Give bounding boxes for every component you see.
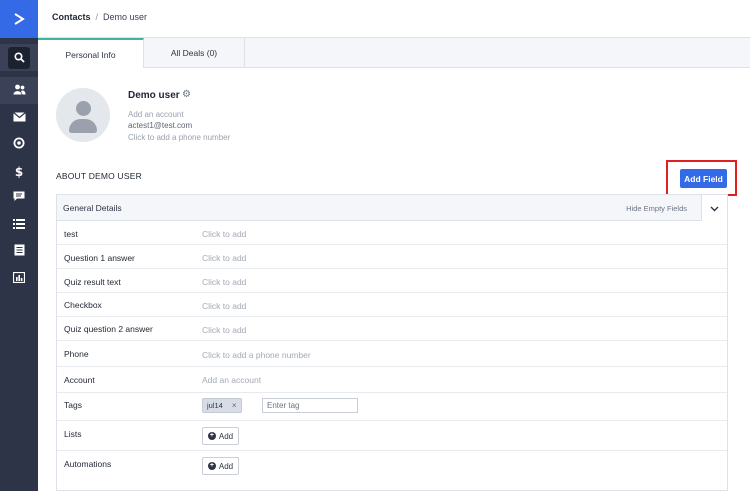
sidebar-item-automations[interactable] [0, 131, 38, 158]
reports-icon [12, 270, 26, 288]
field-row: Question 1 answer Click to add [57, 245, 727, 269]
contact-email[interactable]: actest1@test.com [128, 121, 192, 130]
breadcrumb-separator: / [95, 12, 99, 22]
field-label: Quiz result text [64, 277, 121, 287]
field-row: Quiz result text Click to add [57, 269, 727, 293]
tab-personal-info[interactable]: Personal Info [38, 38, 144, 69]
add-field-button[interactable]: Add Field [680, 169, 727, 188]
sidebar-item-forms[interactable] [0, 238, 38, 265]
sidebar-item-search[interactable] [0, 44, 38, 71]
main-content: Demo user ⚙ Add an account actest1@test.… [38, 68, 750, 491]
field-value[interactable]: Click to add a phone number [202, 350, 311, 360]
lists-row: Lists + Add [57, 421, 727, 451]
top-bar: Contacts / Demo user [38, 0, 750, 38]
add-automation-button[interactable]: + Add [202, 457, 239, 475]
mail-icon [12, 109, 26, 127]
contact-phone-link[interactable]: Click to add a phone number [128, 133, 230, 142]
avatar-head-shape [76, 101, 91, 116]
breadcrumb-current: Demo user [103, 12, 148, 22]
field-label: test [64, 229, 78, 239]
add-automation-button-label: Add [218, 461, 234, 471]
sidebar-item-lists[interactable] [0, 211, 38, 238]
sidebar: $ [0, 0, 38, 491]
sidebar-item-conversations[interactable] [0, 184, 38, 211]
collapse-button[interactable] [701, 195, 727, 221]
sidebar-item-deals[interactable]: $ [0, 158, 38, 185]
deals-icon: $ [14, 164, 24, 179]
gear-icon[interactable]: ⚙ [182, 89, 191, 100]
search-icon [8, 46, 30, 69]
field-value[interactable]: Add an account [202, 375, 261, 385]
tags-label: Tags [64, 400, 82, 410]
plus-circle-icon: + [207, 432, 216, 440]
field-row: Account Add an account [57, 367, 727, 393]
field-label: Quiz question 2 answer [64, 324, 153, 334]
field-value[interactable]: Click to add [202, 325, 246, 335]
field-label: Account [64, 375, 95, 385]
app-window: $ Contacts / Demo user Personal Info All… [0, 0, 750, 491]
field-label: Phone [64, 349, 89, 359]
panel-title: General Details [63, 203, 122, 213]
chevron-down-icon [710, 199, 719, 217]
hide-empty-fields-link[interactable]: Hide Empty Fields [626, 204, 687, 213]
logo-icon[interactable] [0, 0, 38, 38]
breadcrumb-contacts-link[interactable]: Contacts [52, 12, 91, 22]
field-value[interactable]: Click to add [202, 277, 246, 287]
contact-name: Demo user [128, 90, 180, 101]
automations-row: Automations + Add [57, 451, 727, 481]
contacts-icon [13, 82, 26, 100]
panel-header: General Details Hide Empty Fields [57, 195, 727, 221]
field-row: Checkbox Click to add [57, 293, 727, 317]
tag-input[interactable] [262, 398, 358, 413]
tag-chip: jul14 × [202, 398, 242, 413]
forms-icon [14, 243, 25, 261]
automations-label: Automations [64, 459, 112, 469]
tab-bar: Personal Info All Deals (0) [38, 38, 750, 69]
add-list-button[interactable]: + Add [202, 427, 239, 445]
sidebar-item-reports[interactable] [0, 265, 38, 292]
sidebar-item-contacts[interactable] [0, 77, 38, 104]
add-list-button-label: Add [218, 431, 234, 441]
avatar-body-shape [69, 119, 97, 133]
close-icon[interactable]: × [232, 401, 237, 410]
field-row: Quiz question 2 answer Click to add [57, 317, 727, 341]
field-label: Checkbox [64, 300, 102, 310]
field-value[interactable]: Click to add [202, 253, 246, 263]
general-details-panel: General Details Hide Empty Fields test C… [56, 194, 728, 491]
conversations-icon [13, 189, 25, 207]
activity-icon [13, 136, 25, 154]
tab-all-deals[interactable]: All Deals (0) [144, 38, 245, 68]
field-value[interactable]: Click to add [202, 229, 246, 239]
contact-account-link[interactable]: Add an account [128, 110, 184, 119]
avatar[interactable] [56, 88, 110, 142]
lists-icon [13, 216, 25, 234]
field-value[interactable]: Click to add [202, 301, 246, 311]
field-row: test Click to add [57, 221, 727, 245]
field-row: Phone Click to add a phone number [57, 341, 727, 367]
breadcrumb: Contacts / Demo user [52, 12, 147, 22]
plus-circle-icon: + [207, 462, 216, 470]
sidebar-item-campaigns[interactable] [0, 104, 38, 131]
tags-row: Tags jul14 × [57, 393, 727, 421]
tag-chip-label: jul14 [207, 401, 223, 410]
lists-label: Lists [64, 429, 82, 439]
about-section-title: ABOUT DEMO USER [56, 171, 142, 181]
field-label: Question 1 answer [64, 253, 135, 263]
